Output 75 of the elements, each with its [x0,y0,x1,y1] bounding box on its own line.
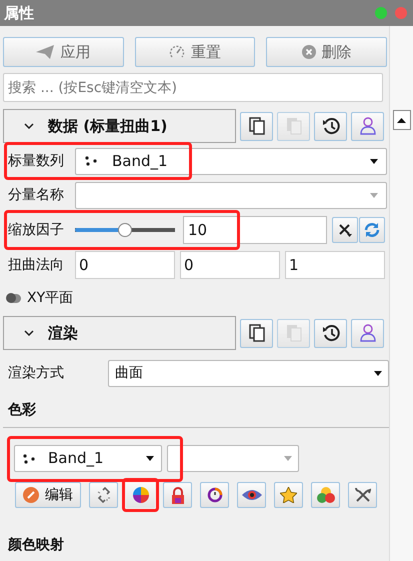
color-tool-button[interactable] [348,482,377,508]
color-component-dropdown[interactable] [167,445,299,472]
dropdown-arrow-icon [146,456,154,461]
user-icon [360,324,376,342]
action-button[interactable]: 重置 [134,37,256,67]
paste-icon [286,117,302,135]
normal-component-field[interactable]: 0 [75,251,175,279]
copy-icon [248,324,264,342]
refresh-icon [363,221,381,239]
field-label: 渲染方式 [7,364,65,383]
search-field[interactable]: 搜索 ... (按Esc键清空文本) [3,73,383,102]
color-tool-button[interactable] [89,482,118,508]
array-dropdown[interactable]: Band_1 [75,148,387,174]
color-wheel-icon [132,487,148,503]
section-title: 颜色映射 [6,536,65,555]
user-icon [360,117,376,135]
color-tool-button[interactable]: 编辑 [15,482,81,508]
normal-component-field[interactable]: 0 [180,251,280,279]
section-header[interactable]: 渲染 [3,316,236,350]
window-title: 属性 [4,2,34,24]
action-button[interactable]: 应用 [3,37,124,67]
dropdown-arrow-icon [370,192,378,198]
scrollbar[interactable] [389,26,413,561]
scale-factor-field[interactable]: 10 [183,216,327,244]
section-title: 色彩 [6,401,37,420]
color-tool-button[interactable] [122,478,159,512]
action-button[interactable]: 删除 [266,37,388,67]
x-icon [338,223,352,237]
section-tool-button[interactable] [240,112,273,140]
star-icon [280,487,297,503]
paste-icon [286,324,302,342]
ring-icon [206,487,222,503]
history-icon [322,324,340,342]
section-tool-button[interactable] [314,318,347,348]
history-icon [322,117,340,135]
refresh-button[interactable] [359,217,385,243]
section-header[interactable]: 数据 (标量扭曲1) [3,109,236,143]
lock-icon [170,486,184,504]
delete-icon [302,45,316,59]
up-arrow-icon [397,118,406,122]
color-tool-button[interactable] [237,482,266,508]
dropdown-arrow-icon [284,456,292,461]
field-label: 缩放因子 [7,220,65,240]
maximize-dot-icon[interactable] [375,7,387,19]
copy-icon [248,117,264,135]
field-label: 扭曲法向 [7,256,65,274]
color-array-dropdown[interactable]: Band_1 [14,445,162,472]
toggle-switch[interactable] [7,294,21,303]
color-tool-button[interactable] [163,482,192,508]
broken-link-icon [96,487,112,503]
normal-component-field[interactable]: 1 [285,251,385,279]
field-label: 标量数列 [7,152,65,170]
gauge-icon [169,44,185,60]
slider-thumb[interactable] [118,223,132,237]
toggle-label: XY平面 [27,289,74,308]
clear-button[interactable] [332,217,358,243]
paper-plane-icon [36,45,54,59]
chevron-icon [24,330,34,336]
color-tool-button[interactable] [274,482,303,508]
render-mode-dropdown[interactable]: 曲面 [108,360,389,387]
dropdown-arrow-icon [370,158,378,164]
chevron-icon [24,123,34,129]
close-dot-icon[interactable] [395,7,407,19]
field-label: 分量名称 [7,186,65,204]
points-icon [22,454,36,464]
pencil-icon [23,487,39,503]
color-tool-button[interactable] [200,482,229,508]
section-tool-button[interactable] [240,318,273,348]
color-tool-button[interactable] [311,482,340,508]
section-tool-button[interactable] [314,112,347,140]
overlapping-circles-icon [316,486,334,504]
dropdown-arrow-icon [374,371,382,376]
scroll-up-button[interactable] [392,110,410,130]
eye-icon [242,489,262,501]
points-icon [84,156,98,166]
